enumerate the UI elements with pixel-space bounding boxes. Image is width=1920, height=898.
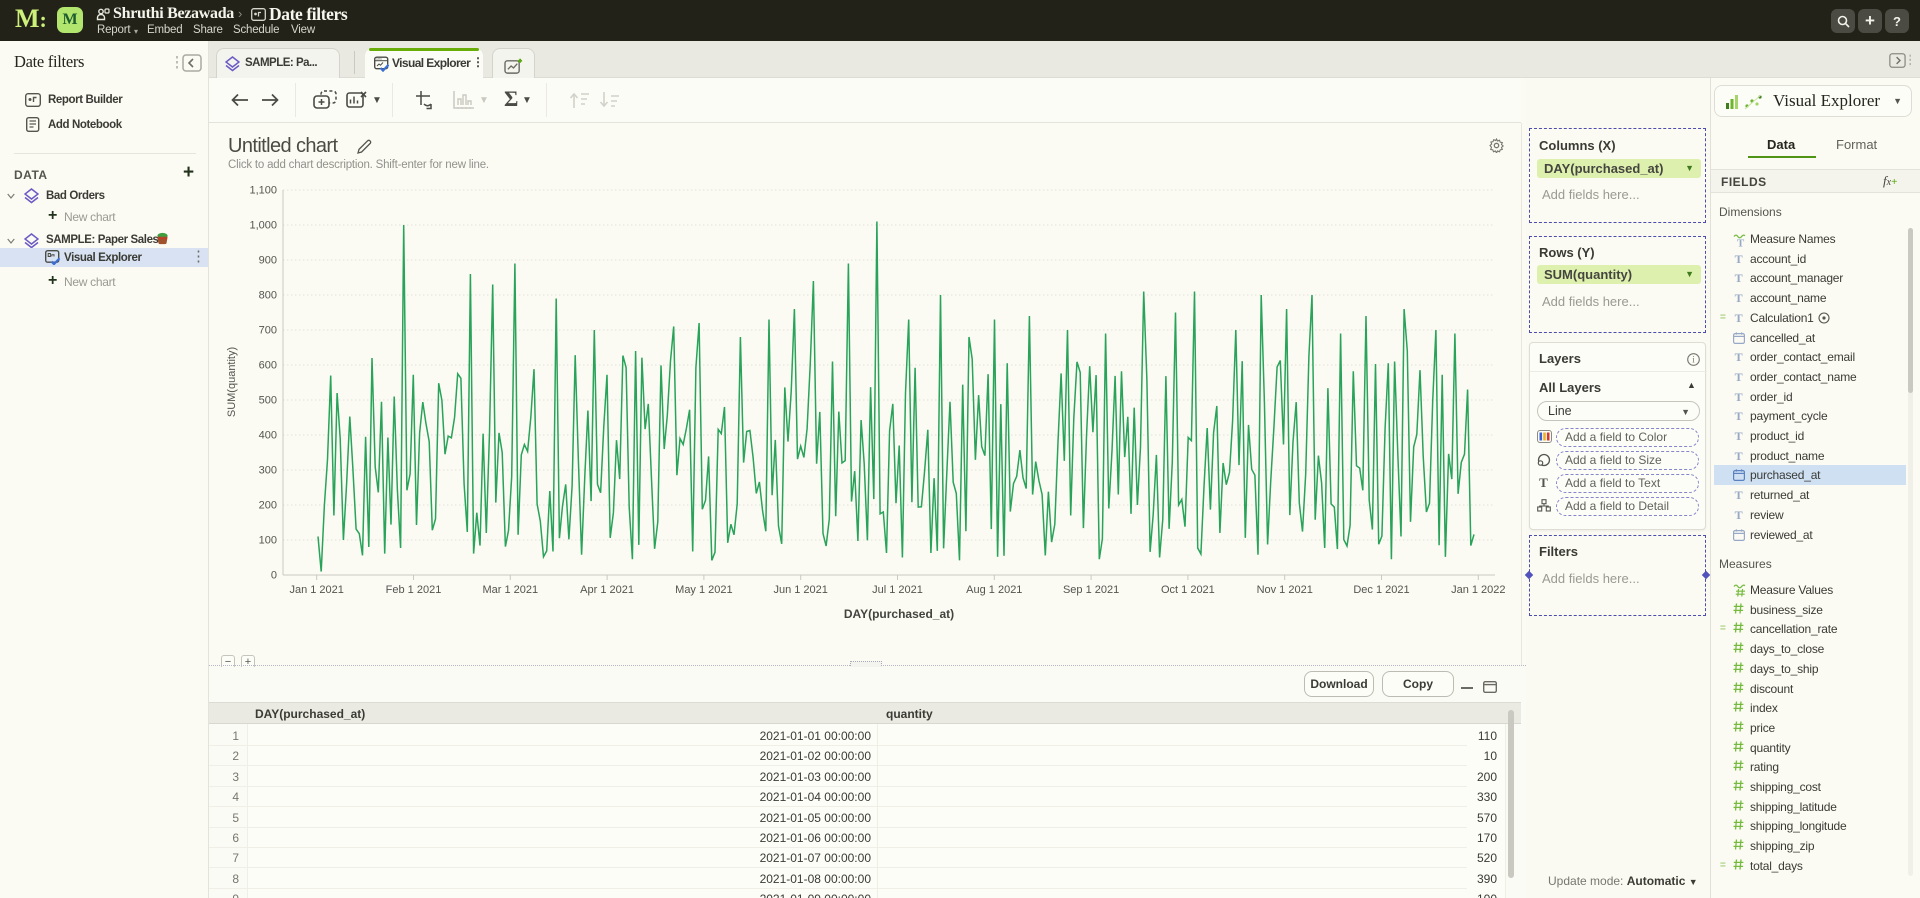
svg-text:DAY(purchased_at): DAY(purchased_at) [844, 607, 954, 621]
svg-text:700: 700 [259, 325, 277, 337]
svg-text:T: T [1735, 312, 1743, 323]
svg-text:Jul 1 2021: Jul 1 2021 [872, 584, 923, 596]
svg-text:Sep 1 2021: Sep 1 2021 [1063, 584, 1119, 596]
svg-text:T: T [1735, 351, 1743, 362]
svg-text:SUM(quantity): SUM(quantity) [226, 347, 238, 417]
svg-text:T: T [1737, 238, 1745, 248]
svg-text:1,100: 1,100 [249, 185, 277, 197]
svg-text:400: 400 [259, 430, 277, 442]
svg-text:T: T [1735, 292, 1743, 303]
svg-text:Apr 1 2021: Apr 1 2021 [580, 584, 634, 596]
svg-text:200: 200 [259, 500, 277, 512]
svg-text:Feb 1 2021: Feb 1 2021 [386, 584, 442, 596]
svg-text:T: T [1735, 450, 1743, 461]
svg-text:Aug 1 2021: Aug 1 2021 [966, 584, 1022, 596]
svg-text:600: 600 [259, 360, 277, 372]
svg-text:T: T [1735, 430, 1743, 441]
svg-text:500: 500 [259, 395, 277, 407]
svg-text:T: T [1735, 489, 1743, 500]
svg-text:0: 0 [271, 570, 277, 582]
svg-text:Jun 1 2021: Jun 1 2021 [773, 584, 827, 596]
svg-text:300: 300 [259, 465, 277, 477]
svg-text:1,000: 1,000 [249, 220, 277, 232]
svg-text:i: i [1692, 355, 1695, 365]
svg-text:T: T [1735, 509, 1743, 520]
svg-text:May 1 2021: May 1 2021 [675, 584, 732, 596]
svg-text:T: T [1735, 371, 1743, 382]
svg-text:T: T [1539, 476, 1548, 489]
svg-text:Jan 1 2021: Jan 1 2021 [289, 584, 343, 596]
svg-text:T: T [1735, 253, 1743, 264]
svg-text:T: T [1735, 410, 1743, 421]
svg-text:Mar 1 2021: Mar 1 2021 [482, 584, 538, 596]
svg-text:T: T [1735, 272, 1743, 283]
svg-text:100: 100 [259, 535, 277, 547]
svg-text:Dec 1 2021: Dec 1 2021 [1353, 584, 1409, 596]
svg-text:Jan 1 2022: Jan 1 2022 [1451, 584, 1505, 596]
svg-text:T: T [1735, 391, 1743, 402]
svg-text:Nov 1 2021: Nov 1 2021 [1257, 584, 1313, 596]
svg-text:900: 900 [259, 255, 277, 267]
svg-text:Oct 1 2021: Oct 1 2021 [1161, 584, 1215, 596]
svg-text:800: 800 [259, 290, 277, 302]
